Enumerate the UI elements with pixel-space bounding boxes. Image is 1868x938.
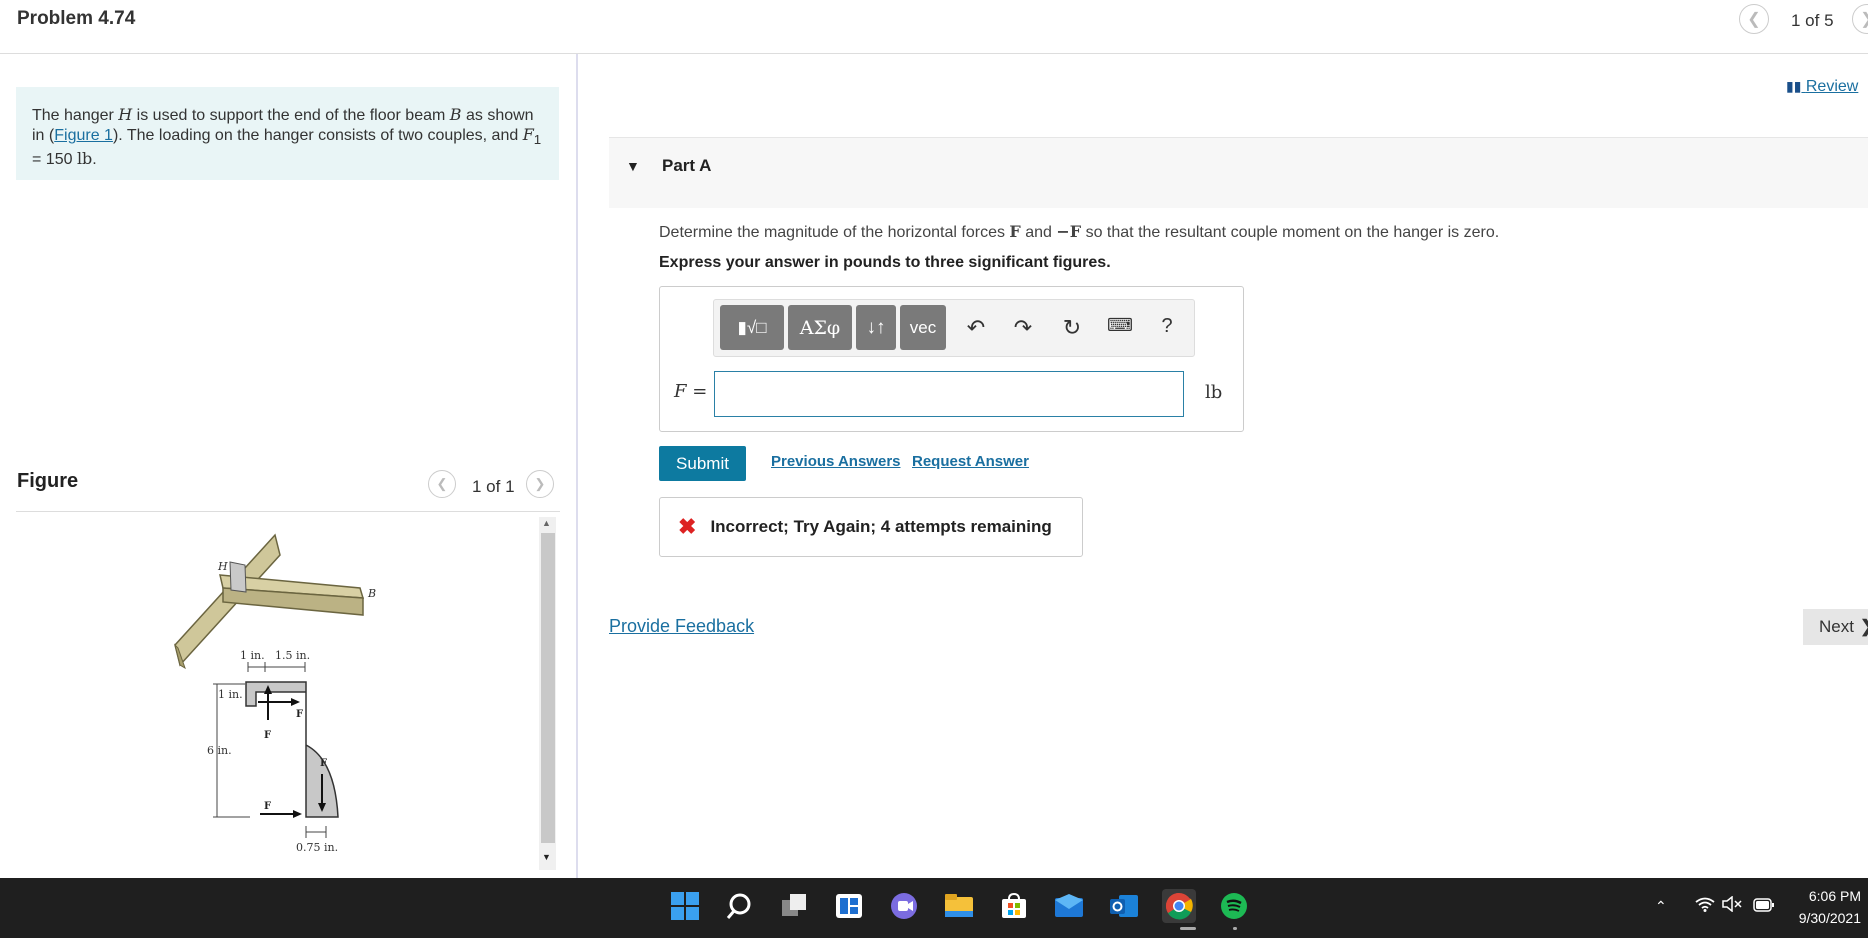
top-bar bbox=[0, 0, 1868, 54]
answer-variable-label: F = bbox=[674, 381, 707, 402]
dim-1in-side: 1 in. bbox=[218, 688, 243, 701]
chrome-icon[interactable] bbox=[1162, 889, 1196, 923]
battery-icon[interactable] bbox=[1753, 898, 1775, 917]
intro-text: The hanger bbox=[32, 107, 119, 124]
help-button[interactable]: ? bbox=[1152, 315, 1182, 338]
answer-input[interactable] bbox=[714, 371, 1184, 417]
question-part: and bbox=[1020, 224, 1057, 241]
label-h: H bbox=[217, 560, 228, 573]
symbol-neg-f: −F bbox=[1056, 222, 1082, 241]
problem-intro: The hanger H is used to support the end … bbox=[16, 87, 559, 180]
clock-time[interactable]: 6:06 PM bbox=[1803, 888, 1861, 904]
greek-symbols-button[interactable]: AΣφ bbox=[788, 305, 852, 350]
file-explorer-icon[interactable] bbox=[942, 889, 976, 923]
figure-heading: Figure bbox=[17, 470, 79, 492]
request-answer-link[interactable]: Request Answer bbox=[912, 453, 1029, 470]
review-label: Review bbox=[1805, 78, 1859, 95]
chevron-left-icon: ❮ bbox=[436, 476, 448, 491]
next-button[interactable]: Next ❯ bbox=[1803, 609, 1868, 645]
vec-button[interactable]: vec bbox=[900, 305, 946, 350]
teams-chat-icon[interactable] bbox=[887, 889, 921, 923]
templates-button[interactable]: ▮√□ bbox=[720, 305, 784, 350]
intro-text: is used to support the end of the floor … bbox=[132, 107, 450, 124]
chevron-right-icon: ❯ bbox=[1860, 617, 1868, 637]
feedback-text: Incorrect; Try Again; 4 attempts remaini… bbox=[710, 517, 1052, 536]
figure-link[interactable]: Figure 1 bbox=[54, 127, 113, 144]
mail-icon[interactable] bbox=[1052, 889, 1086, 923]
f1-unit: lb bbox=[76, 149, 93, 169]
figure-prev-button[interactable]: ❮ bbox=[428, 470, 456, 498]
chevron-right-icon: ❯ bbox=[1860, 9, 1868, 29]
taskbar bbox=[0, 878, 1868, 938]
widgets-icon[interactable] bbox=[832, 889, 866, 923]
spotify-icon[interactable] bbox=[1217, 889, 1251, 923]
label-b: B bbox=[367, 587, 376, 600]
book-icon: ▮▮ bbox=[1786, 78, 1802, 94]
label-f1-top: F bbox=[264, 730, 271, 741]
f1-value: = 150 bbox=[32, 151, 77, 169]
figure-scrollbar-thumb[interactable] bbox=[541, 533, 555, 843]
dim-1in-top: 1 in. bbox=[240, 649, 265, 662]
figure-divider bbox=[16, 511, 560, 512]
redo-icon[interactable]: ↷ bbox=[1008, 315, 1038, 341]
chrome-active-indicator bbox=[1180, 927, 1196, 930]
keyboard-icon[interactable]: ⌨ bbox=[1105, 315, 1135, 336]
instructions: Express your answer in pounds to three s… bbox=[659, 254, 1111, 271]
problem-title: Problem 4.74 bbox=[17, 8, 136, 29]
collapse-caret-icon[interactable]: ▼ bbox=[626, 158, 640, 174]
figure-next-button[interactable]: ❯ bbox=[526, 470, 554, 498]
intro-text: ). The loading on the hanger consists of… bbox=[112, 127, 523, 144]
feedback-box: ✖ Incorrect; Try Again; 4 attempts remai… bbox=[659, 497, 1083, 557]
part-a-header[interactable] bbox=[609, 137, 1868, 208]
next-label: Next bbox=[1819, 617, 1854, 636]
part-a-label: Part A bbox=[662, 156, 712, 175]
chevron-right-icon: ❯ bbox=[534, 476, 546, 491]
dim-1-5in: 1.5 in. bbox=[275, 649, 310, 662]
question-part: so that the resultant couple moment on t… bbox=[1081, 224, 1500, 241]
incorrect-x-icon: ✖ bbox=[678, 514, 697, 539]
prev-problem-button[interactable]: ❮ bbox=[1739, 4, 1769, 34]
outlook-icon[interactable] bbox=[1107, 889, 1141, 923]
wifi-icon[interactable] bbox=[1695, 896, 1715, 917]
symbol-b: B bbox=[449, 105, 462, 124]
label-f-top: F bbox=[296, 709, 303, 720]
previous-answers-link[interactable]: Previous Answers bbox=[771, 453, 901, 470]
scroll-up-icon[interactable]: ▲ bbox=[542, 518, 551, 528]
chevron-up-icon[interactable]: ⌃ bbox=[1655, 898, 1667, 915]
answer-variable: F = bbox=[674, 381, 708, 402]
chevron-left-icon: ❮ bbox=[1747, 11, 1761, 28]
label-f1-bottom: F bbox=[320, 758, 327, 769]
windows-start-icon[interactable] bbox=[668, 889, 702, 923]
symbol-f1-subscript: 1 bbox=[533, 132, 542, 148]
hanger-figure: H B 1 in. 1.5 in. 1 in. 6 in. F F F F 0.… bbox=[174, 533, 376, 854]
search-icon[interactable] bbox=[722, 889, 756, 923]
dim-6in: 6 in. bbox=[207, 744, 232, 757]
figure-pager: 1 of 1 bbox=[472, 477, 515, 496]
clock-date[interactable]: 9/30/2021 bbox=[1791, 910, 1861, 926]
volume-muted-icon[interactable] bbox=[1722, 895, 1744, 917]
store-icon[interactable] bbox=[997, 889, 1031, 923]
provide-feedback-link[interactable]: Provide Feedback bbox=[609, 616, 754, 637]
symbol-f: F bbox=[1009, 222, 1021, 241]
review-link[interactable]: ▮▮ Review bbox=[1786, 78, 1858, 96]
undo-icon[interactable]: ↶ bbox=[961, 315, 991, 341]
symbol-f1: F bbox=[522, 125, 534, 144]
task-view-icon[interactable] bbox=[777, 889, 811, 923]
scroll-down-icon[interactable]: ▼ bbox=[542, 852, 551, 862]
question-part: Determine the magnitude of the horizonta… bbox=[659, 224, 1010, 241]
dim-075in: 0.75 in. bbox=[296, 841, 338, 854]
submit-button[interactable]: Submit bbox=[659, 446, 746, 481]
symbol-h: H bbox=[118, 105, 133, 124]
question-text: Determine the magnitude of the horizonta… bbox=[659, 222, 1499, 242]
problem-pager: 1 of 5 bbox=[1791, 11, 1834, 30]
answer-unit: lb bbox=[1205, 382, 1223, 403]
label-f-bottom: F bbox=[264, 801, 271, 812]
intro-text: . bbox=[92, 151, 97, 169]
reset-icon[interactable]: ↻ bbox=[1057, 315, 1087, 341]
subscript-button[interactable]: ↓↑ bbox=[856, 305, 896, 350]
spotify-running-indicator bbox=[1233, 927, 1237, 930]
